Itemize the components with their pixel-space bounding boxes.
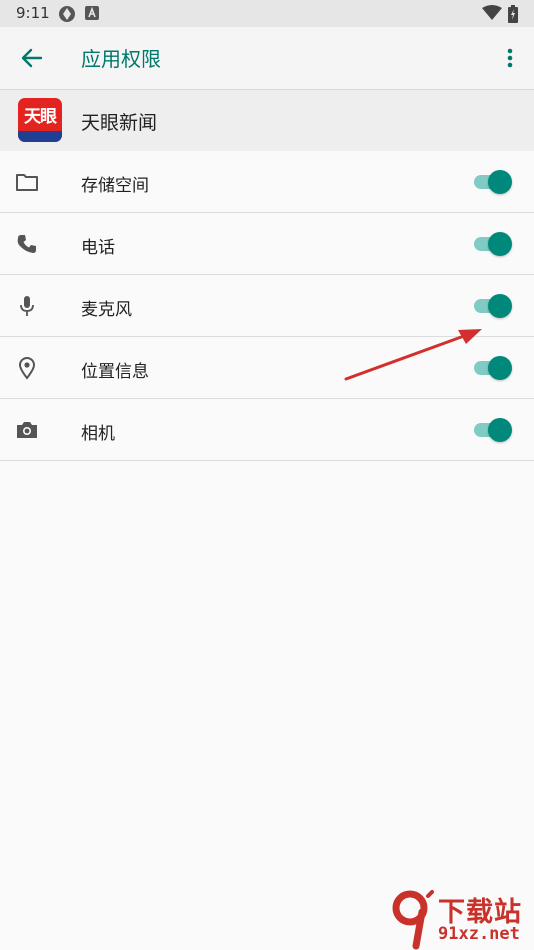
watermark-url: 91xz.net [438,924,520,944]
permission-row-camera[interactable]: 相机 [0,399,534,461]
status-bar: 9:11 [0,0,534,27]
app-name: 天眼新闻 [81,112,158,134]
toggle-thumb [488,232,512,256]
watermark-logo-icon [392,890,434,950]
notification-a-icon [84,5,100,25]
watermark: 下载站 91xz.net [388,888,534,950]
sync-icon [58,5,76,27]
app-icon-text: 天眼 [24,107,57,127]
toggle-thumb [488,294,512,318]
permission-label: 麦克风 [81,300,132,320]
permission-row-phone[interactable]: 电话 [0,213,534,275]
permission-label: 存储空间 [81,176,149,196]
app-icon-band [18,131,62,142]
app-icon: 天眼 [18,98,62,142]
toggle-thumb [488,418,512,442]
back-button[interactable] [14,40,50,76]
page-title: 应用权限 [81,47,161,71]
permission-label: 电话 [81,238,115,258]
app-bar: 应用权限 [0,27,534,89]
permission-label: 相机 [81,424,115,444]
toggle-thumb [488,356,512,380]
permission-list: 存储空间 电话 麦克风 位置信息 相机 [0,151,534,461]
camera-icon [14,417,40,443]
toggle-thumb [488,170,512,194]
microphone-icon [14,293,40,319]
permission-toggle[interactable] [474,417,514,443]
status-time: 9:11 [16,4,50,22]
battery-icon [508,5,518,27]
permission-label: 位置信息 [81,362,149,382]
folder-icon [14,169,40,195]
permission-toggle[interactable] [474,293,514,319]
annotation-arrow [344,329,482,381]
phone-icon [14,231,40,257]
overflow-menu-button[interactable] [492,40,528,76]
permission-toggle[interactable] [474,169,514,195]
more-vert-icon [507,48,513,68]
arrow-back-icon [21,48,43,68]
location-pin-icon [14,355,40,381]
app-header: 天眼 天眼新闻 [0,90,534,151]
permission-row-storage[interactable]: 存储空间 [0,151,534,213]
wifi-icon [482,5,502,25]
permission-toggle[interactable] [474,231,514,257]
